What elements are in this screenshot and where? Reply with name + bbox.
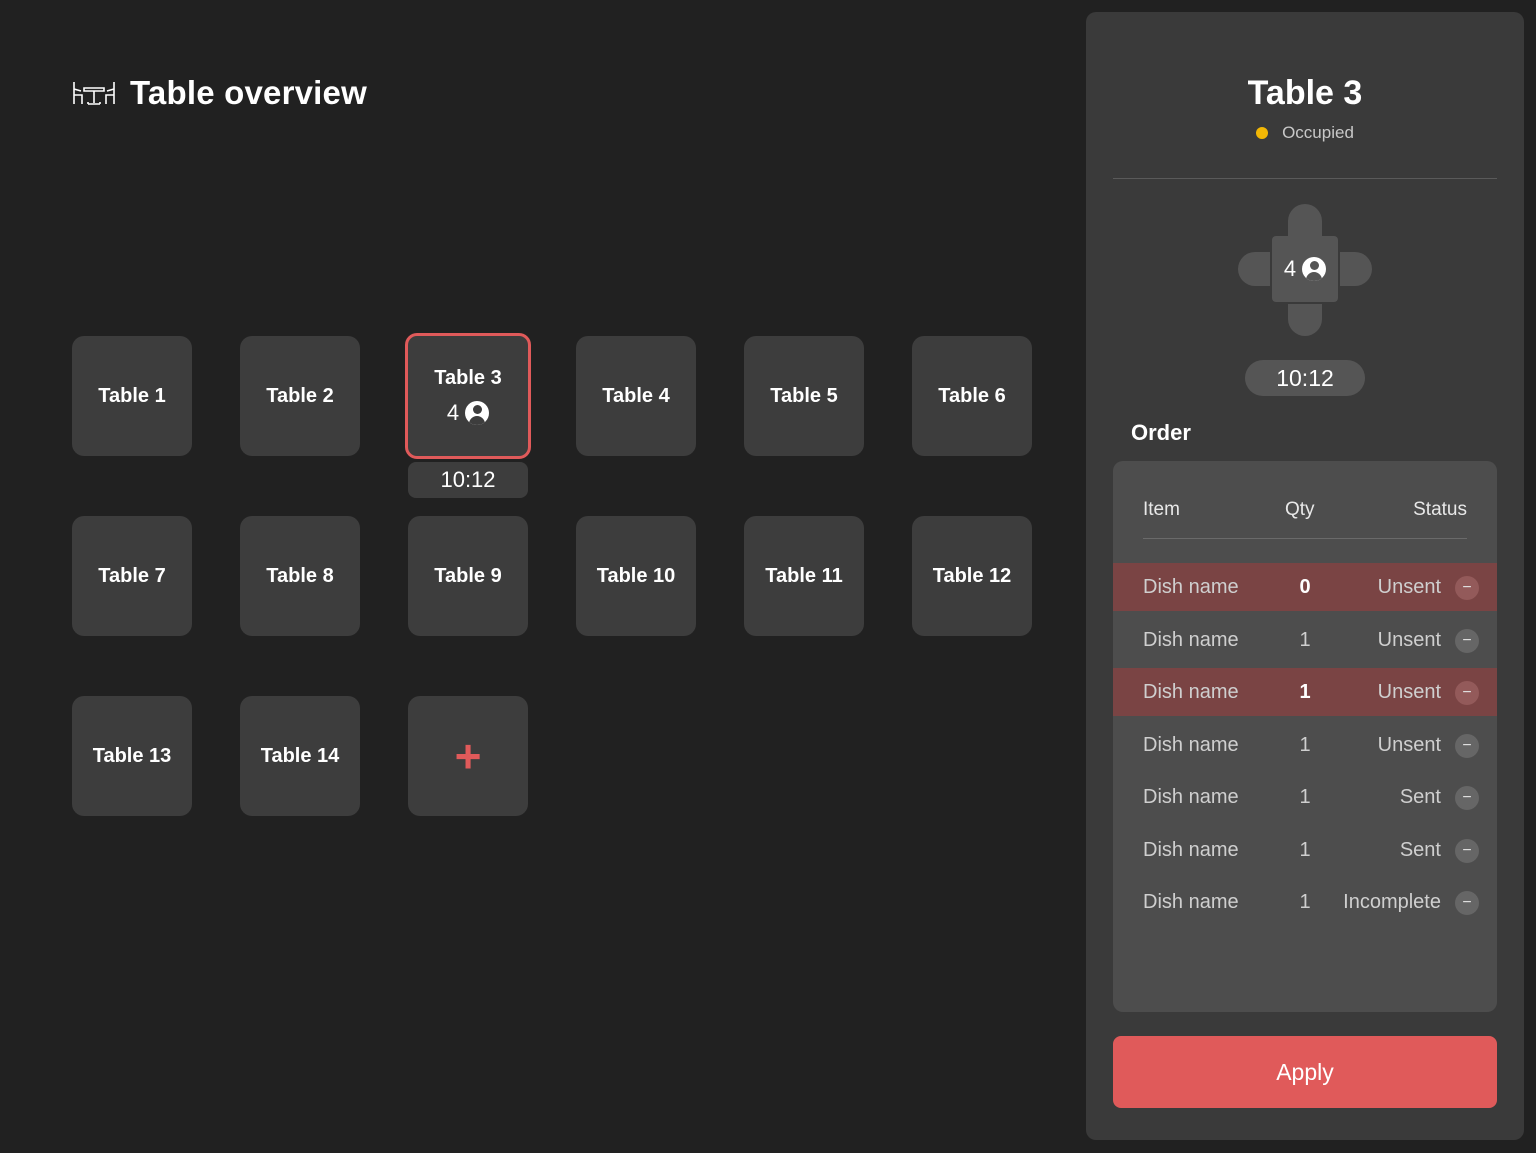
table-diagram: 4 [1238, 202, 1372, 336]
add-table-button[interactable]: + [408, 696, 528, 816]
remove-item-button[interactable]: − [1455, 576, 1479, 600]
order-item-status: Sent [1399, 838, 1441, 861]
table-label: Table 7 [98, 564, 166, 587]
table-tile[interactable]: Table 3 4 [405, 333, 531, 459]
order-item-status: Unsent [1377, 576, 1441, 598]
table-tile[interactable]: Table 11 [744, 516, 864, 636]
plus-icon: + [454, 730, 482, 782]
order-item-qty: 1 [1299, 733, 1311, 756]
remove-item-button[interactable]: − [1455, 891, 1479, 915]
table-status: Occupied [1086, 123, 1524, 143]
seated-time: 10:12 [1245, 360, 1365, 396]
order-item-qty: 1 [1299, 891, 1311, 913]
table-tile[interactable]: Table 7 [72, 516, 192, 636]
table-tile[interactable]: Table 13 [72, 696, 192, 816]
table-label: Table 8 [266, 564, 334, 587]
table-label: Table 13 [92, 744, 172, 767]
order-row[interactable]: Dish name 1 Incomplete − [1113, 878, 1497, 926]
order-list: Item Qty Status Dish name 0 Unsent − Dish na… [1113, 461, 1497, 1012]
order-item-name: Dish name [1143, 838, 1239, 861]
table-tile[interactable]: Table 14 [240, 696, 360, 816]
table-label: Table 2 [266, 384, 334, 407]
order-item-name: Dish name [1143, 733, 1239, 756]
order-item-qty: 1 [1299, 838, 1311, 861]
table-tile[interactable]: Table 1 [72, 336, 192, 456]
table-label: Table 10 [596, 564, 676, 587]
order-item-qty: 1 [1299, 681, 1311, 703]
person-icon [465, 400, 490, 425]
table-time: 10:12 [408, 462, 528, 498]
table-label: Table 1 [98, 384, 166, 407]
table-tile[interactable]: Table 5 [744, 336, 864, 456]
column-status: Status [1413, 499, 1467, 520]
dining-table-icon [73, 82, 115, 105]
table-label: Table 12 [932, 564, 1012, 587]
table-tile[interactable]: Table 9 [408, 516, 528, 636]
chair-top [1288, 204, 1322, 236]
order-item-status: Unsent [1377, 628, 1441, 651]
order-row[interactable]: Dish name 1 Sent − [1113, 773, 1497, 821]
page-title: Table overview [130, 74, 367, 111]
divider [1113, 178, 1497, 179]
table-tile[interactable]: Table 6 [912, 336, 1032, 456]
order-item-status: Unsent [1377, 681, 1441, 703]
chair-right [1340, 252, 1372, 286]
chair-left [1238, 252, 1270, 286]
table-tile[interactable]: Table 4 [576, 336, 696, 456]
order-item-name: Dish name [1143, 628, 1239, 651]
panel-title: Table 3 [1247, 74, 1363, 112]
status-dot-icon [1256, 127, 1269, 139]
order-row[interactable]: Dish name 1 Unsent − [1113, 721, 1497, 769]
column-item: Item [1143, 499, 1180, 520]
order-item-status: Incomplete [1343, 891, 1441, 913]
table-detail-panel: Table 3 Occupied 4 10:12 Order Item Qty … [1086, 12, 1524, 1140]
diagram-table: 4 [1272, 236, 1338, 302]
order-row[interactable]: Dish name 1 Sent − [1113, 826, 1497, 874]
table-tile[interactable]: Table 8 [240, 516, 360, 636]
table-label: Table 11 [765, 564, 843, 587]
remove-item-button[interactable]: − [1455, 628, 1479, 653]
table-tile[interactable]: Table 2 [240, 336, 360, 456]
order-header: Item Qty Status [1143, 489, 1467, 539]
table-label: Table 9 [434, 564, 502, 587]
order-item-name: Dish name [1143, 891, 1239, 913]
remove-item-button[interactable]: − [1455, 681, 1479, 705]
guest-count: 4 [446, 399, 460, 425]
order-row[interactable]: Dish name 0 Unsent − [1113, 563, 1497, 611]
order-item-status: Sent [1399, 786, 1441, 808]
remove-item-button[interactable]: − [1455, 838, 1479, 863]
table-tile[interactable]: Table 12 [912, 516, 1032, 636]
order-item-status: Unsent [1377, 733, 1441, 756]
order-item-qty: 1 [1299, 786, 1311, 808]
table-label: Table 4 [602, 384, 670, 407]
apply-button[interactable]: Apply [1113, 1036, 1497, 1108]
order-row[interactable]: Dish name 1 Unsent − [1113, 668, 1497, 716]
page-header: Table overview [72, 74, 367, 112]
order-item-qty: 0 [1299, 576, 1311, 598]
order-heading: Order [1131, 420, 1191, 445]
chair-bottom [1288, 304, 1322, 336]
column-qty: Qty [1285, 499, 1315, 520]
table-label: Table 6 [938, 384, 1006, 407]
status-label: Occupied [1282, 123, 1354, 142]
order-item-name: Dish name [1143, 681, 1239, 703]
table-label: Table 14 [260, 744, 340, 767]
table-tile[interactable]: Table 10 [576, 516, 696, 636]
guest-indicator: 4 [446, 399, 490, 426]
guest-count: 4 [1283, 256, 1297, 281]
order-item-qty: 1 [1299, 628, 1311, 651]
remove-item-button[interactable]: − [1455, 733, 1479, 758]
order-item-name: Dish name [1143, 786, 1239, 808]
person-icon [1302, 257, 1327, 281]
table-label: Table 5 [770, 384, 838, 407]
order-row[interactable]: Dish name 1 Unsent − [1113, 616, 1497, 664]
remove-item-button[interactable]: − [1455, 786, 1479, 810]
order-item-name: Dish name [1143, 576, 1239, 598]
table-label: Table 3 [434, 366, 502, 389]
